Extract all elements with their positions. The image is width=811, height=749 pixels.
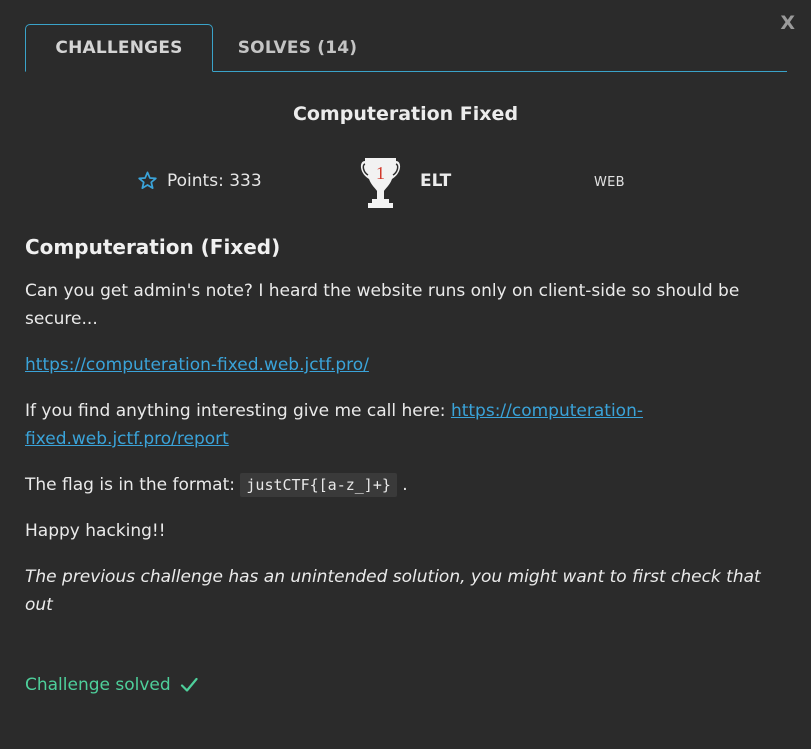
team-name: ELT [420,171,452,191]
tab-bar: CHALLENGES SOLVES (14) [25,24,787,72]
check-icon [180,677,198,692]
report-prefix: If you find anything interesting give me… [25,401,451,421]
challenge-modal: X CHALLENGES SOLVES (14) Computeration F… [0,0,811,749]
solved-status-label: Challenge solved [25,675,171,695]
trophy-icon: 1 [358,155,403,210]
challenge-title: Computeration Fixed [292,103,519,125]
challenge-description: Computeration (Fixed) Can you get admin'… [25,233,785,637]
previous-challenge-note: The previous challenge has an unintended… [25,567,761,615]
flag-format-code: justCTF{[a-z_]+} [240,473,397,497]
report-paragraph: If you find anything interesting give me… [25,397,785,453]
challenge-url-link[interactable]: https://computeration-fixed.web.jctf.pro… [25,355,369,375]
flag-format-paragraph: The flag is in the format: justCTF{[a-z_… [25,471,785,499]
tab-solves[interactable]: SOLVES (14) [225,24,370,72]
description-intro: Can you get admin's note? I heard the we… [25,281,740,329]
points-display: Points: 333 [137,170,262,191]
challenge-url-paragraph: https://computeration-fixed.web.jctf.pro… [25,351,785,379]
points-label: Points: 333 [167,170,262,191]
solved-status: Challenge solved [25,675,198,695]
trophy-rank: 1 [376,163,385,183]
flag-prefix: The flag is in the format: [25,475,241,495]
tab-challenges[interactable]: CHALLENGES [25,24,213,72]
star-outline-icon [138,171,157,189]
challenge-meta: Points: 333 1 ELT WEB [0,155,811,211]
flag-suffix: . [402,475,408,495]
category-badge: WEB [594,175,625,190]
description-heading: Computeration (Fixed) [25,235,281,259]
closing-text: Happy hacking!! [25,521,166,541]
